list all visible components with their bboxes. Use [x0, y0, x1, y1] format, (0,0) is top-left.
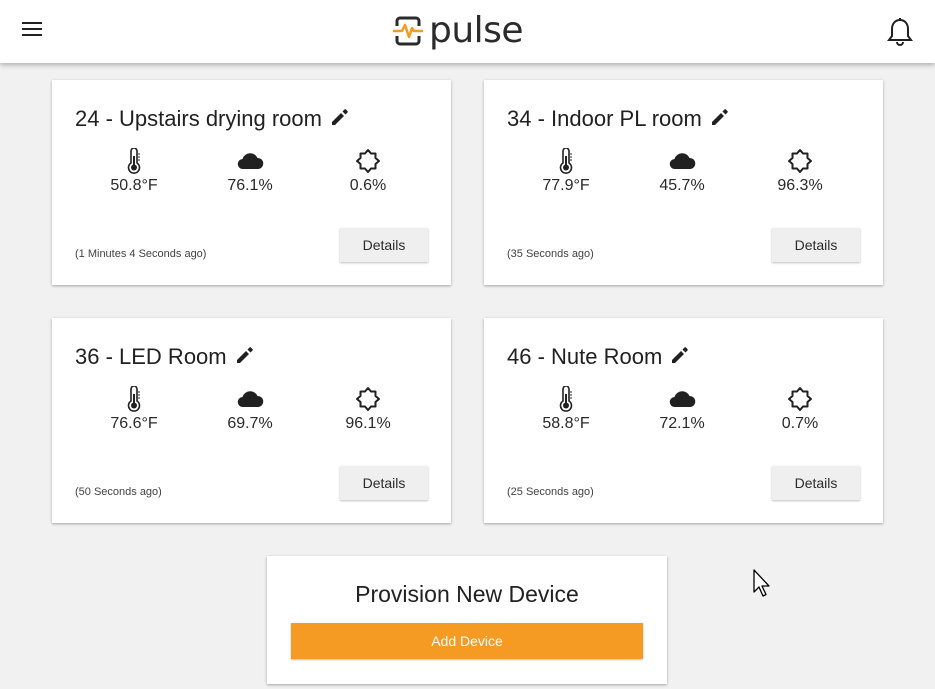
- thermometer-icon: [559, 386, 573, 412]
- temperature-value: 76.6°F: [110, 415, 158, 432]
- sun-icon: [356, 149, 380, 173]
- temperature-metric: 77.9°F: [526, 148, 606, 195]
- sun-icon: [356, 387, 380, 411]
- pulse-logo: pulse: [393, 9, 524, 53]
- hamburger-menu-icon[interactable]: [22, 22, 42, 38]
- last-updated-text: (50 Seconds ago): [75, 486, 162, 498]
- light-metric: 0.7%: [760, 386, 840, 433]
- device-card: 34 - Indoor PL room 77.9°F 45.7% 96.3% (…: [484, 80, 883, 285]
- top-app-bar: pulse: [0, 0, 935, 63]
- humidity-metric: 45.7%: [642, 148, 722, 195]
- provision-card: Provision New Device Add Device: [267, 556, 667, 684]
- details-button[interactable]: Details: [772, 228, 860, 262]
- sun-icon: [788, 387, 812, 411]
- humidity-metric: 69.7%: [210, 386, 290, 433]
- device-title: 24 - Upstairs drying room: [75, 106, 322, 131]
- temperature-metric: 76.6°F: [94, 386, 174, 433]
- light-value: 0.6%: [349, 177, 387, 194]
- last-updated-text: (25 Seconds ago): [507, 486, 594, 498]
- temperature-metric: 50.8°F: [94, 148, 174, 195]
- humidity-value: 45.7%: [659, 177, 705, 194]
- cloud-icon: [237, 391, 264, 408]
- add-device-button[interactable]: Add Device: [291, 623, 643, 659]
- device-title: 46 - Nute Room: [507, 344, 663, 369]
- details-button[interactable]: Details: [340, 228, 428, 262]
- temperature-metric: 58.8°F: [526, 386, 606, 433]
- edit-pencil-icon[interactable]: [710, 107, 730, 127]
- mouse-pointer-icon: [753, 569, 770, 597]
- sun-icon: [788, 149, 812, 173]
- light-metric: 96.3%: [760, 148, 840, 195]
- temperature-value: 77.9°F: [542, 177, 590, 194]
- thermometer-icon: [127, 386, 141, 412]
- provision-title: Provision New Device: [355, 581, 579, 607]
- temperature-value: 50.8°F: [110, 177, 158, 194]
- temperature-value: 58.8°F: [542, 415, 590, 432]
- cloud-icon: [669, 153, 696, 170]
- last-updated-text: (35 Seconds ago): [507, 248, 594, 260]
- humidity-metric: 72.1%: [642, 386, 722, 433]
- cloud-icon: [237, 153, 264, 170]
- humidity-value: 72.1%: [659, 415, 705, 432]
- thermometer-icon: [127, 148, 141, 174]
- edit-pencil-icon[interactable]: [235, 345, 255, 365]
- device-card: 24 - Upstairs drying room 50.8°F 76.1% 0…: [52, 80, 451, 285]
- device-title: 36 - LED Room: [75, 344, 227, 369]
- light-metric: 0.6%: [328, 148, 408, 195]
- cloud-icon: [669, 391, 696, 408]
- light-value: 0.7%: [781, 415, 819, 432]
- humidity-metric: 76.1%: [210, 148, 290, 195]
- humidity-value: 76.1%: [227, 177, 273, 194]
- details-button[interactable]: Details: [340, 466, 428, 500]
- light-value: 96.3%: [777, 177, 823, 194]
- bell-icon[interactable]: [886, 17, 914, 47]
- device-card: 46 - Nute Room 58.8°F 72.1% 0.7% (25 Sec…: [484, 318, 883, 523]
- edit-pencil-icon[interactable]: [670, 345, 690, 365]
- device-title: 34 - Indoor PL room: [507, 106, 702, 131]
- edit-pencil-icon[interactable]: [330, 107, 350, 127]
- details-button[interactable]: Details: [772, 466, 860, 500]
- pulse-logo-mark-icon: [393, 16, 423, 46]
- humidity-value: 69.7%: [227, 415, 273, 432]
- last-updated-text: (1 Minutes 4 Seconds ago): [75, 248, 207, 260]
- light-value: 96.1%: [345, 415, 391, 432]
- logo-text: pulse: [429, 10, 524, 51]
- light-metric: 96.1%: [328, 386, 408, 433]
- thermometer-icon: [559, 148, 573, 174]
- device-card: 36 - LED Room 76.6°F 69.7% 96.1% (50 Sec…: [52, 318, 451, 523]
